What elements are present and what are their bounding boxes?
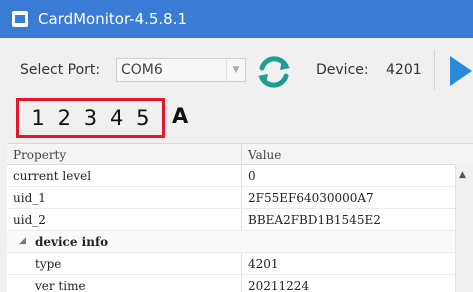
play-icon[interactable] (448, 54, 473, 88)
column-divider (241, 275, 242, 292)
toolbar-divider (434, 50, 435, 90)
property-name: current level (13, 169, 92, 183)
device-value: 4201 (386, 62, 422, 78)
select-port-label: Select Port: (20, 62, 101, 78)
column-divider (241, 187, 242, 208)
scroll-up-icon[interactable]: ▲ (459, 170, 466, 180)
value-column-header[interactable]: Value (248, 148, 281, 162)
app-icon (12, 11, 28, 27)
property-name: uid_2 (13, 213, 46, 227)
chevron-down-icon[interactable]: ▼ (226, 59, 245, 81)
property-value: 20211224 (248, 279, 310, 292)
property-value: 0 (248, 169, 256, 183)
grid-header: Property Value (7, 144, 473, 165)
grid-row-uid-1[interactable]: uid_1 2F55EF64030000A7 (7, 187, 473, 209)
property-name: type (35, 257, 62, 271)
port-select[interactable]: COM6 ▼ (116, 58, 246, 82)
property-value: 4201 (248, 257, 279, 271)
level-indicator: 1 2 3 4 5 (16, 98, 165, 138)
port-select-value: COM6 (121, 62, 163, 78)
toolbar: Select Port: COM6 ▼ Device: 4201 (0, 38, 473, 98)
grid-row-uid-2[interactable]: uid_2 BBEA2FBD1B1545E2 (7, 209, 473, 231)
property-grid: Property Value current level 0 uid_1 2F5… (7, 143, 473, 292)
property-value: BBEA2FBD1B1545E2 (248, 213, 381, 227)
property-name: uid_1 (13, 191, 46, 205)
device-label: Device: (316, 62, 369, 78)
grid-row-type[interactable]: type 4201 (7, 253, 473, 275)
refresh-icon[interactable] (254, 52, 294, 92)
column-divider (241, 253, 242, 274)
level-2[interactable]: 2 (58, 106, 71, 130)
title-bar: CardMonitor-4.5.8.1 (0, 0, 473, 38)
property-column-header[interactable]: Property (13, 148, 66, 162)
level-4[interactable]: 4 (110, 106, 123, 130)
grid-row-current-level[interactable]: current level 0 (7, 165, 473, 187)
grid-row-ver-time[interactable]: ver time 20211224 (7, 275, 473, 292)
column-divider (241, 165, 242, 186)
vertical-scrollbar[interactable]: ▲ (455, 164, 473, 292)
level-a[interactable]: A (172, 104, 188, 128)
column-divider[interactable] (241, 144, 242, 164)
column-divider (241, 209, 242, 230)
grid-group-device-info[interactable]: ◢ device info (7, 231, 473, 253)
level-1[interactable]: 1 (31, 106, 44, 130)
property-name: ver time (35, 279, 86, 292)
caret-expand-icon[interactable]: ◢ (19, 236, 26, 246)
level-5[interactable]: 5 (136, 106, 149, 130)
group-label: device info (35, 235, 109, 249)
window-title: CardMonitor-4.5.8.1 (38, 10, 188, 28)
property-value: 2F55EF64030000A7 (248, 191, 374, 205)
level-3[interactable]: 3 (84, 106, 97, 130)
